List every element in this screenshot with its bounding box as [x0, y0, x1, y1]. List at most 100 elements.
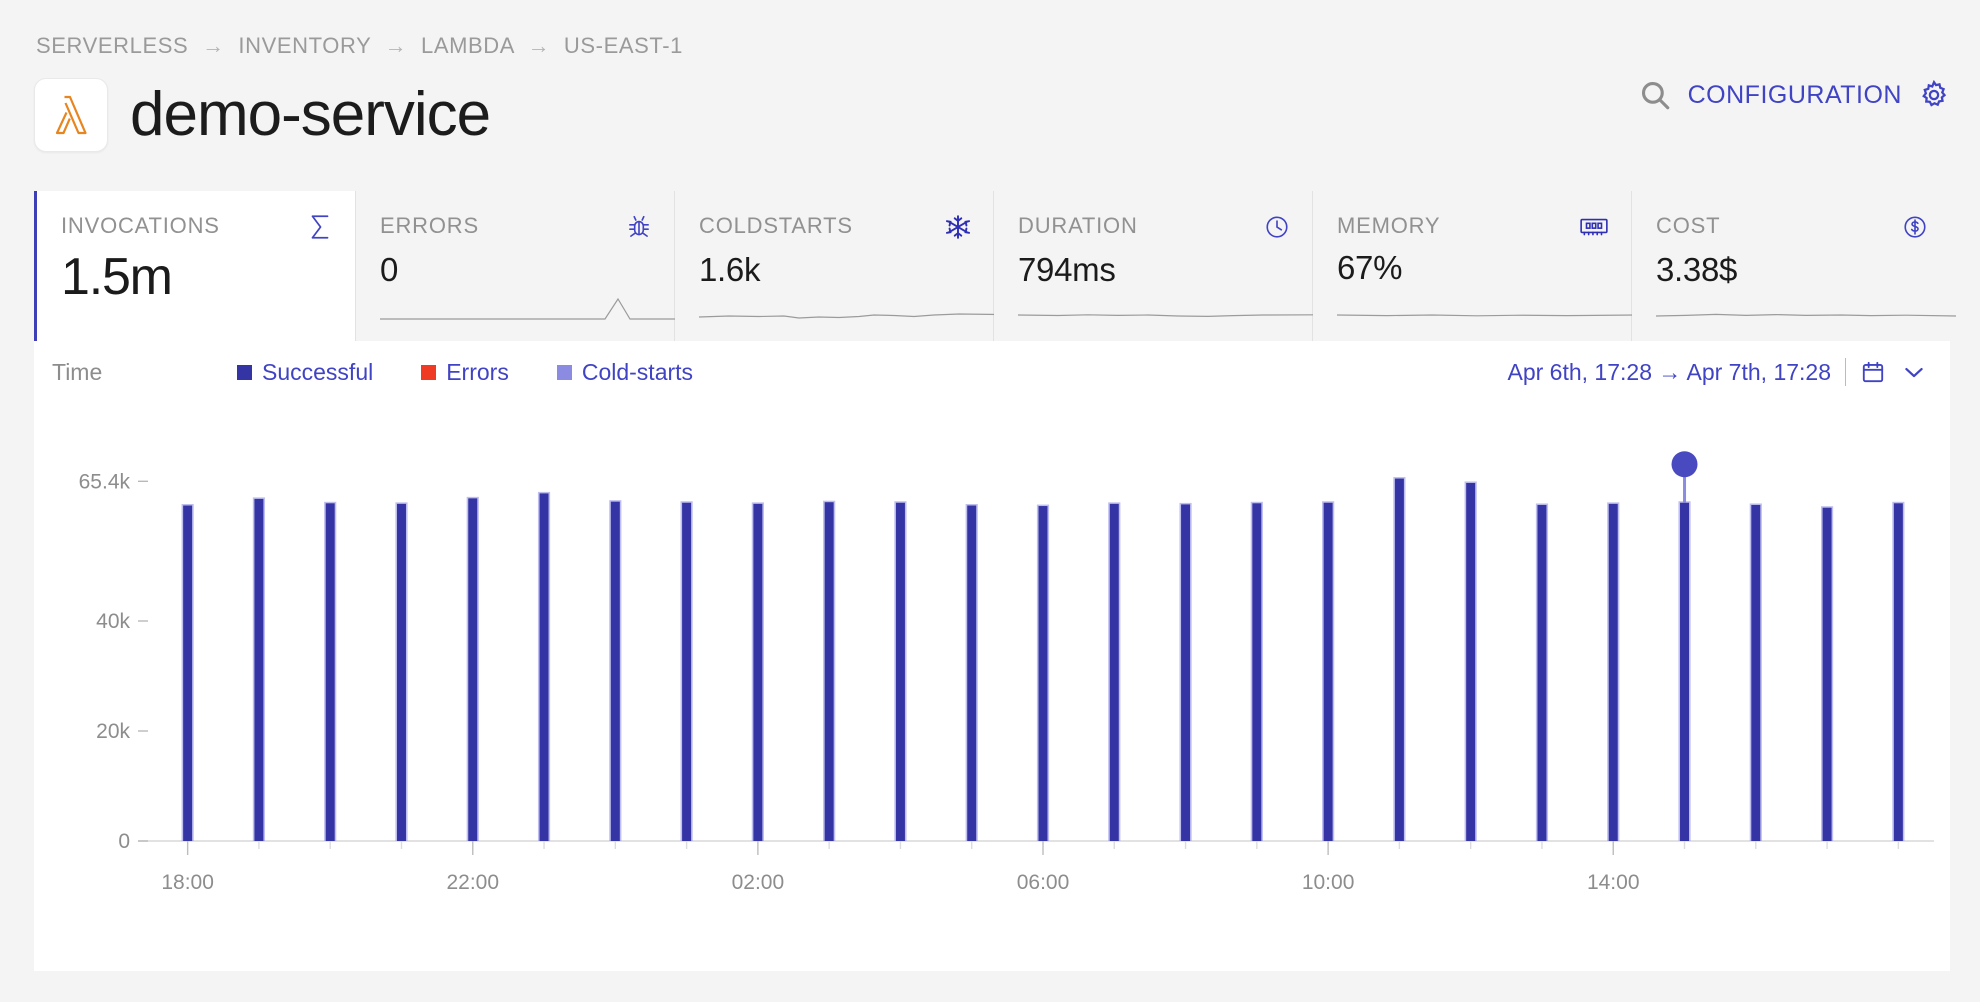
- breadcrumb-item-serverless[interactable]: SERVERLESS: [36, 33, 188, 58]
- title-row: demo-service: [34, 78, 491, 152]
- metric-card-coldstarts[interactable]: COLDSTARTS 1.6k: [675, 191, 994, 341]
- bar-successful[interactable]: [1466, 482, 1476, 841]
- x-axis-tick-label: 10:00: [1302, 871, 1355, 894]
- invocations-bar-chart[interactable]: 0 20k 40k 65.4k 18:00 22:00 02:00 06:00 10:00 14:…: [34, 403, 1950, 971]
- breadcrumb-separator: →: [527, 33, 551, 58]
- x-axis-tick-label: 18:00: [161, 871, 214, 894]
- breadcrumb-separator: →: [384, 33, 408, 58]
- metric-value: 794ms: [1018, 251, 1116, 288]
- bar-successful[interactable]: [1038, 506, 1048, 841]
- legend-item-successful[interactable]: Successful: [237, 359, 373, 386]
- legend-item-coldstarts[interactable]: Cold-starts: [556, 358, 694, 386]
- x-axis-tick-label: 22:00: [446, 871, 499, 894]
- gear-icon[interactable]: [1918, 79, 1950, 111]
- dashboard-page: SERVERLESS → INVENTORY → LAMBDA → US-EAS…: [0, 0, 1980, 1002]
- bar-successful[interactable]: [610, 501, 620, 841]
- bar-successful[interactable]: [468, 498, 478, 841]
- legend-label: Cold-starts: [581, 358, 694, 385]
- date-range-label[interactable]: Apr 6th, 17:28 → Apr 7th, 17:28: [1508, 359, 1832, 386]
- metric-cards: INVOCATIONS 1.5m ERRORS 0 COLDSTARTS 1.6…: [34, 191, 1950, 341]
- chart-toolbar-right: Apr 6th, 17:28 → Apr 7th, 17:28: [1508, 358, 1929, 386]
- page-title: demo-service: [130, 80, 491, 149]
- bar-successful[interactable]: [1537, 504, 1547, 841]
- metric-card-cost[interactable]: COST 3.38$: [1632, 191, 1950, 341]
- bar-successful[interactable]: [539, 493, 549, 841]
- metric-card-invocations[interactable]: INVOCATIONS 1.5m: [34, 191, 356, 341]
- chart-panel: Time Successful Errors Cold-starts Apr 6…: [34, 341, 1950, 971]
- metric-label: INVOCATIONS: [61, 213, 220, 238]
- clock-icon: [1264, 213, 1290, 241]
- metric-label: MEMORY: [1337, 213, 1441, 238]
- sparkline-memory: [1337, 293, 1637, 323]
- metric-label: ERRORS: [380, 213, 479, 238]
- snowflake-icon: [945, 213, 971, 241]
- bar-successful[interactable]: [1680, 502, 1690, 841]
- memory-icon: [1579, 213, 1609, 239]
- toolbar-divider: [1845, 358, 1846, 386]
- bar-successful[interactable]: [895, 502, 905, 841]
- chart-svg: 0 20k 40k 65.4k 18:00 22:00 02:00 06:00 10:00 14:…: [79, 451, 1934, 894]
- bar-successful[interactable]: [325, 503, 335, 841]
- coldstart-marker[interactable]: [1671, 451, 1698, 478]
- card-head: MEMORY: [1337, 213, 1609, 239]
- search-icon[interactable]: [1638, 78, 1672, 112]
- bar-successful[interactable]: [1181, 504, 1191, 841]
- bar-successful[interactable]: [1822, 507, 1832, 841]
- metric-value: 67%: [1337, 249, 1403, 286]
- metric-label: COLDSTARTS: [699, 213, 853, 238]
- metric-card-memory[interactable]: MEMORY 67%: [1313, 191, 1632, 341]
- breadcrumb: SERVERLESS → INVENTORY → LAMBDA → US-EAS…: [36, 33, 683, 59]
- bar-successful[interactable]: [824, 502, 834, 841]
- sigma-icon: [307, 213, 333, 241]
- bug-icon: [626, 213, 652, 241]
- card-head: COST: [1656, 213, 1928, 241]
- bar-successful[interactable]: [1323, 502, 1333, 841]
- metric-label: COST: [1656, 213, 1721, 238]
- metric-card-errors[interactable]: ERRORS 0: [356, 191, 675, 341]
- time-axis-label: Time: [52, 358, 103, 385]
- legend-swatch-coldstarts: [556, 364, 572, 380]
- metric-value: 3.38$: [1656, 251, 1738, 288]
- metric-card-duration[interactable]: DURATION 794ms: [994, 191, 1313, 341]
- bar-successful[interactable]: [1252, 503, 1262, 841]
- breadcrumb-item-inventory[interactable]: INVENTORY: [238, 33, 371, 58]
- header-actions: CONFIGURATION: [1638, 78, 1950, 112]
- chart-toolbar: Time Successful Errors Cold-starts Apr 6…: [34, 341, 1950, 403]
- chart-toolbar-left: Time Successful Errors Cold-starts: [52, 359, 741, 386]
- y-axis-tick-label: 65.4k: [79, 470, 131, 493]
- bar-successful[interactable]: [753, 503, 763, 841]
- bar-successful[interactable]: [967, 505, 977, 842]
- y-axis-tick-label: 0: [118, 830, 130, 853]
- metric-value: 1.6k: [699, 251, 761, 288]
- legend-item-errors[interactable]: Errors: [421, 359, 509, 386]
- breadcrumb-item-lambda[interactable]: LAMBDA: [421, 33, 514, 58]
- card-head: ERRORS: [380, 213, 652, 241]
- bar-successful[interactable]: [254, 498, 264, 841]
- bar-successful[interactable]: [1608, 503, 1618, 841]
- card-head: COLDSTARTS: [699, 213, 971, 241]
- x-axis-tick-label: 06:00: [1017, 871, 1070, 894]
- bar-successful[interactable]: [1751, 504, 1761, 841]
- legend-label: Errors: [446, 358, 509, 385]
- bar-successful[interactable]: [1109, 503, 1119, 841]
- bar-successful[interactable]: [183, 505, 193, 842]
- bar-successful[interactable]: [1394, 478, 1404, 841]
- dollar-icon: [1902, 213, 1928, 241]
- x-axis-tick-label: 14:00: [1587, 871, 1640, 894]
- legend-label: Successful: [262, 358, 374, 385]
- chevron-down-icon[interactable]: [1900, 358, 1928, 386]
- sparkline-duration: [1018, 293, 1318, 323]
- legend-swatch-errors: [421, 364, 437, 380]
- metric-value: 1.5m: [61, 248, 173, 306]
- bar-successful[interactable]: [1893, 503, 1903, 841]
- breadcrumb-item-region[interactable]: US-EAST-1: [564, 33, 683, 58]
- x-axis-tick-label: 02:00: [732, 871, 785, 894]
- y-axis-tick-label: 40k: [96, 610, 130, 633]
- sparkline-cost: [1656, 293, 1956, 323]
- bar-successful[interactable]: [682, 502, 692, 841]
- sparkline-coldstarts: [699, 293, 999, 323]
- configuration-link[interactable]: CONFIGURATION: [1688, 81, 1902, 110]
- calendar-icon[interactable]: [1860, 359, 1886, 385]
- y-axis-tick-label: 20k: [96, 720, 130, 743]
- bar-successful[interactable]: [396, 503, 406, 841]
